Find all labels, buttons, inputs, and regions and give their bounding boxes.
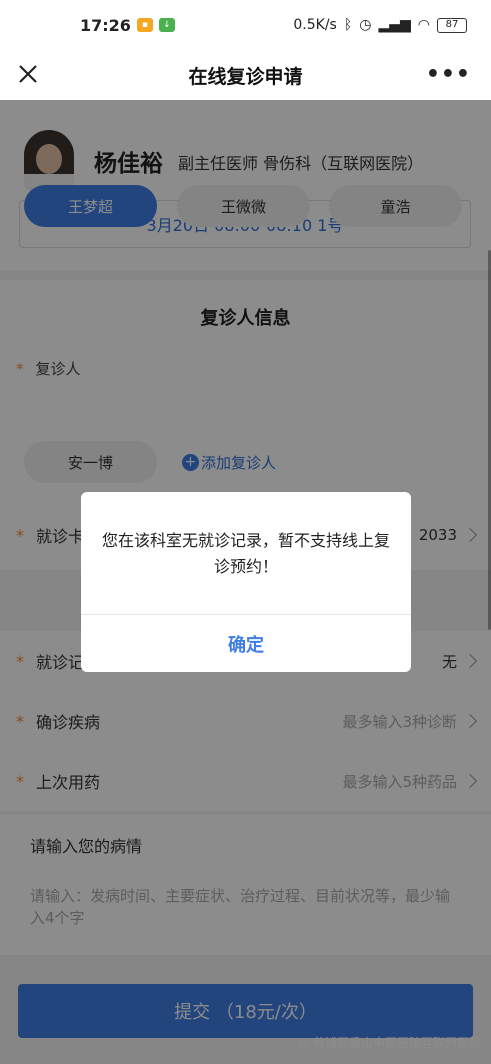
download-icon: ↓ bbox=[158, 18, 175, 32]
close-icon[interactable] bbox=[14, 60, 42, 88]
more-icon[interactable]: ••• bbox=[426, 62, 471, 87]
confirm-button[interactable]: 确定 bbox=[81, 615, 411, 672]
page-title: 在线复诊申请 bbox=[188, 65, 303, 88]
alarm-icon: ◷ bbox=[359, 17, 372, 33]
net-speed: 0.5K/s bbox=[293, 17, 337, 33]
battery-icon: 87 bbox=[437, 17, 467, 33]
alert-dialog: 您在该科室无就诊记录，暂不支持线上复诊预约！ 确定 bbox=[81, 492, 411, 672]
status-right: 0.5K/s ᛒ ◷ ▂▄▆ ◠ 87 bbox=[293, 17, 467, 33]
signal-icon: ▂▄▆ bbox=[378, 17, 411, 33]
nav-bar: 在线复诊申请 ••• bbox=[0, 50, 491, 100]
status-bar: 17:26 ▪ ↓ 0.5K/s ᛒ ◷ ▂▄▆ ◠ 87 bbox=[0, 0, 491, 50]
wifi-icon: ◠ bbox=[417, 17, 430, 33]
notification-icon: ▪ bbox=[136, 18, 153, 32]
status-time: 17:26 bbox=[80, 15, 131, 35]
dialog-message: 您在该科室无就诊记录，暂不支持线上复诊预约！ bbox=[101, 531, 390, 576]
bluetooth-icon: ᛒ bbox=[343, 17, 353, 33]
